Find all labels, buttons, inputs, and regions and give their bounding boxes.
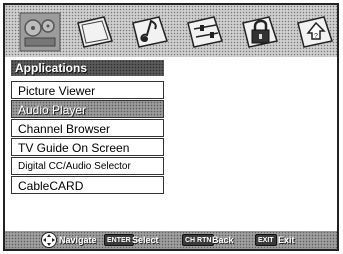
applications-menu: Applications Picture Viewer Audio Player… [11,60,164,212]
tv-screen-icon[interactable] [74,11,116,53]
menu-icon-bar: ? [5,5,337,57]
button-hint-bar: Navigate ENTER Select CH RTN Back EXIT E… [5,231,337,249]
menu-list: Picture Viewer Audio Player Channel Brow… [11,81,164,195]
menu-item-cablecard[interactable]: CableCARD [11,176,164,194]
menu-tabs: ? [19,9,337,55]
back-hint: Back [212,235,234,245]
sliders-icon[interactable] [184,11,226,53]
film-reel-icon[interactable] [19,11,61,53]
menu-item-tv-guide-on-screen[interactable]: TV Guide On Screen [11,138,164,156]
menu-item-audio-player[interactable]: Audio Player [11,100,164,118]
svg-text:?: ? [314,33,318,40]
menu-item-channel-browser[interactable]: Channel Browser [11,119,164,137]
enter-key: ENTER [104,234,134,246]
exit-key: EXIT [255,234,277,246]
padlock-icon[interactable] [239,11,281,53]
menu-item-digital-cc-audio-selector[interactable]: Digital CC/Audio Selector [11,157,164,175]
tv-menu-screen: ? Applications Picture Viewer Audio Play… [3,3,339,251]
navigate-dpad-icon [41,232,57,248]
setup-wizard-icon[interactable]: ? [294,11,336,53]
music-note-icon[interactable] [129,11,171,53]
exit-hint: Exit [278,235,295,245]
ch-rtn-key: CH RTN [182,234,215,246]
menu-item-picture-viewer[interactable]: Picture Viewer [11,81,164,99]
select-hint: Select [132,235,159,245]
navigate-hint: Navigate [59,235,97,245]
menu-title: Applications [11,60,164,76]
